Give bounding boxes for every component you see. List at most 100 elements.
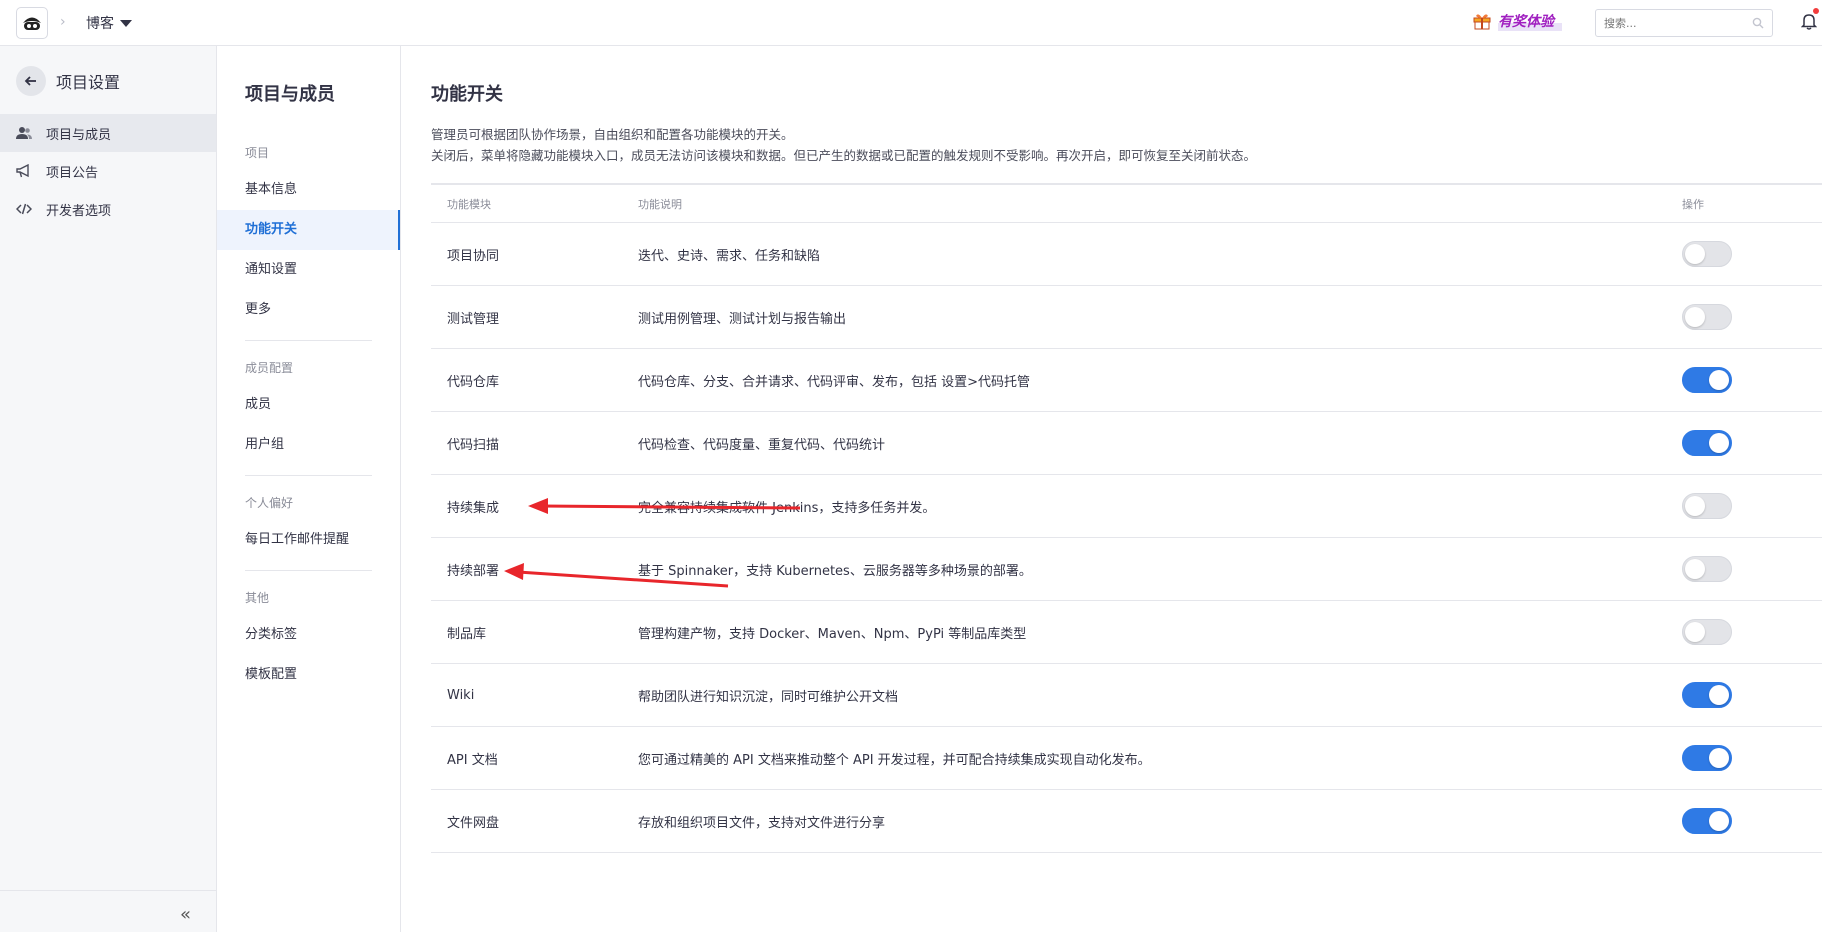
subnav-item-notification-settings[interactable]: 通知设置 [217, 250, 400, 290]
page-title: 功能开关 [431, 84, 503, 105]
app-logo[interactable] [16, 7, 48, 39]
module-desc: 帮助团队进行知识沉淀，同时可维护公开文档 [638, 689, 899, 705]
table-row: 制品库 管理构建产物，支持 Docker、Maven、Npm、PyPi 等制品库… [431, 601, 1822, 664]
feature-toggle[interactable] [1682, 493, 1732, 519]
table-row: 项目协同 迭代、史诗、需求、任务和缺陷 [431, 223, 1822, 286]
feature-toggle[interactable] [1682, 556, 1732, 582]
main-content: 功能开关 管理员可根据团队协作场景，自由组织和配置各功能模块的开关。 关闭后，菜… [401, 46, 1822, 932]
column-header-module: 功能模块 [447, 197, 491, 211]
notification-badge [1813, 8, 1819, 14]
sidebar-title: 项目设置 [56, 73, 121, 92]
table-header: 功能模块 功能说明 操作 [431, 183, 1822, 223]
module-desc: 基于 Spinnaker，支持 Kubernetes、云服务器等多种场景的部署。 [638, 563, 1032, 579]
column-header-desc: 功能说明 [638, 197, 682, 211]
table-row: 文件网盘 存放和组织项目文件，支持对文件进行分享 [431, 790, 1822, 853]
search-input[interactable] [1604, 16, 1744, 30]
table-row: 代码仓库 代码仓库、分支、合并请求、代码评审、发布，包括 设置>代码托管 [431, 349, 1822, 412]
module-name: 项目协同 [447, 248, 500, 264]
feature-toggle[interactable] [1682, 304, 1732, 330]
top-bar: › 博客 有奖体验 [0, 0, 1822, 46]
subnav-item-daily-email[interactable]: 每日工作邮件提醒 [217, 520, 400, 560]
module-name: 测试管理 [447, 311, 500, 327]
subnav-group-label: 其他 [245, 591, 270, 605]
sidebar-item-announcements[interactable]: 项目公告 [0, 152, 216, 190]
code-icon [16, 203, 32, 215]
feature-toggle[interactable] [1682, 745, 1732, 771]
module-name: API 文档 [447, 752, 498, 768]
feature-toggle[interactable] [1682, 682, 1732, 708]
subnav-panel: 项目与成员 项目 基本信息 功能开关 通知设置 更多 成员配置 成员 用户组 个… [217, 46, 401, 932]
caret-down-icon [120, 19, 132, 27]
module-desc: 存放和组织项目文件，支持对文件进行分享 [638, 815, 886, 831]
description-line: 管理员可根据团队协作场景，自由组织和配置各功能模块的开关。 [431, 127, 794, 142]
module-desc: 代码检查、代码度量、重复代码、代码统计 [638, 437, 886, 453]
description-line: 关闭后，菜单将隐藏功能模块入口，成员无法访问该模块和数据。但已产生的数据或已配置… [431, 148, 1257, 163]
sidebar-footer-divider [0, 890, 216, 891]
module-name: 制品库 [447, 626, 487, 642]
settings-sidebar: 项目设置 项目与成员 项目公告 开发者选项 « [0, 46, 217, 932]
module-name: 文件网盘 [447, 815, 500, 831]
table-row: 测试管理 测试用例管理、测试计划与报告输出 [431, 286, 1822, 349]
project-name: 博客 [86, 16, 114, 32]
arrow-left-icon [24, 76, 36, 86]
back-header: 项目设置 [16, 66, 120, 96]
subnav-divider [245, 475, 372, 476]
robot-logo-icon [23, 17, 41, 30]
feature-toggle[interactable] [1682, 367, 1732, 393]
users-icon [16, 127, 32, 139]
search-icon[interactable] [1752, 17, 1764, 29]
subnav-menu: 项目 基本信息 功能开关 通知设置 更多 成员配置 成员 用户组 个人偏好 每日… [217, 136, 400, 695]
table-row: 代码扫描 代码检查、代码度量、重复代码、代码统计 [431, 412, 1822, 475]
sidebar-menu: 项目与成员 项目公告 开发者选项 [0, 114, 216, 228]
subnav-title: 项目与成员 [245, 84, 335, 105]
subnav-item-feature-switches[interactable]: 功能开关 [217, 210, 400, 250]
subnav-item-more[interactable]: 更多 [217, 290, 400, 330]
table-row: 持续部署 基于 Spinnaker，支持 Kubernetes、云服务器等多种场… [431, 538, 1822, 601]
module-name: 持续集成 [447, 500, 500, 516]
subnav-item-templates[interactable]: 模板配置 [217, 655, 400, 695]
table-row: Wiki 帮助团队进行知识沉淀，同时可维护公开文档 [431, 664, 1822, 727]
page-description: 管理员可根据团队协作场景，自由组织和配置各功能模块的开关。 关闭后，菜单将隐藏功… [431, 124, 1256, 166]
sidebar-item-project-members[interactable]: 项目与成员 [0, 114, 216, 152]
subnav-group-label: 个人偏好 [245, 496, 294, 510]
module-name: 代码仓库 [447, 374, 500, 390]
column-header-action: 操作 [1682, 197, 1704, 211]
module-name: Wiki [447, 687, 475, 703]
sidebar-item-label: 开发者选项 [46, 203, 112, 219]
module-desc: 代码仓库、分支、合并请求、代码评审、发布，包括 设置>代码托管 [638, 374, 1031, 390]
promo-label: 有奖体验 [1498, 11, 1562, 31]
project-switcher[interactable]: 博客 [86, 13, 132, 33]
feature-toggle[interactable] [1682, 430, 1732, 456]
back-button[interactable] [16, 66, 46, 96]
subnav-item-tags[interactable]: 分类标签 [217, 615, 400, 655]
subnav-item-user-groups[interactable]: 用户组 [217, 425, 400, 465]
global-search[interactable] [1595, 9, 1773, 37]
module-desc: 您可通过精美的 API 文档来推动整个 API 开发过程，并可配合持续集成实现自… [638, 752, 1151, 768]
module-desc: 测试用例管理、测试计划与报告输出 [638, 311, 847, 327]
bell-icon[interactable] [1801, 12, 1817, 30]
feature-table: 功能模块 功能说明 操作 项目协同 迭代、史诗、需求、任务和缺陷 测试管理 测试… [431, 183, 1822, 853]
sidebar-item-label: 项目公告 [46, 165, 99, 181]
collapse-sidebar-icon[interactable]: « [180, 904, 191, 925]
sidebar-item-developer-options[interactable]: 开发者选项 [0, 190, 216, 228]
promo-link[interactable]: 有奖体验 [1472, 11, 1562, 31]
module-desc: 管理构建产物，支持 Docker、Maven、Npm、PyPi 等制品库类型 [638, 626, 1027, 642]
subnav-divider [245, 340, 372, 341]
subnav-item-members[interactable]: 成员 [217, 385, 400, 425]
breadcrumb-separator-icon: › [60, 14, 66, 30]
module-name: 代码扫描 [447, 437, 500, 453]
gift-icon [1473, 14, 1491, 30]
subnav-item-basic-info[interactable]: 基本信息 [217, 170, 400, 210]
module-name: 持续部署 [447, 563, 500, 579]
subnav-divider [245, 570, 372, 571]
module-desc: 迭代、史诗、需求、任务和缺陷 [638, 248, 821, 264]
sidebar-item-label: 项目与成员 [46, 127, 112, 143]
module-desc: 完全兼容持续集成软件 Jenkins，支持多任务并发。 [638, 500, 936, 516]
subnav-group-label: 项目 [245, 146, 270, 160]
table-row: 持续集成 完全兼容持续集成软件 Jenkins，支持多任务并发。 [431, 475, 1822, 538]
table-row: API 文档 您可通过精美的 API 文档来推动整个 API 开发过程，并可配合… [431, 727, 1822, 790]
feature-toggle[interactable] [1682, 808, 1732, 834]
subnav-group-label: 成员配置 [245, 361, 294, 375]
feature-toggle[interactable] [1682, 241, 1732, 267]
feature-toggle[interactable] [1682, 619, 1732, 645]
